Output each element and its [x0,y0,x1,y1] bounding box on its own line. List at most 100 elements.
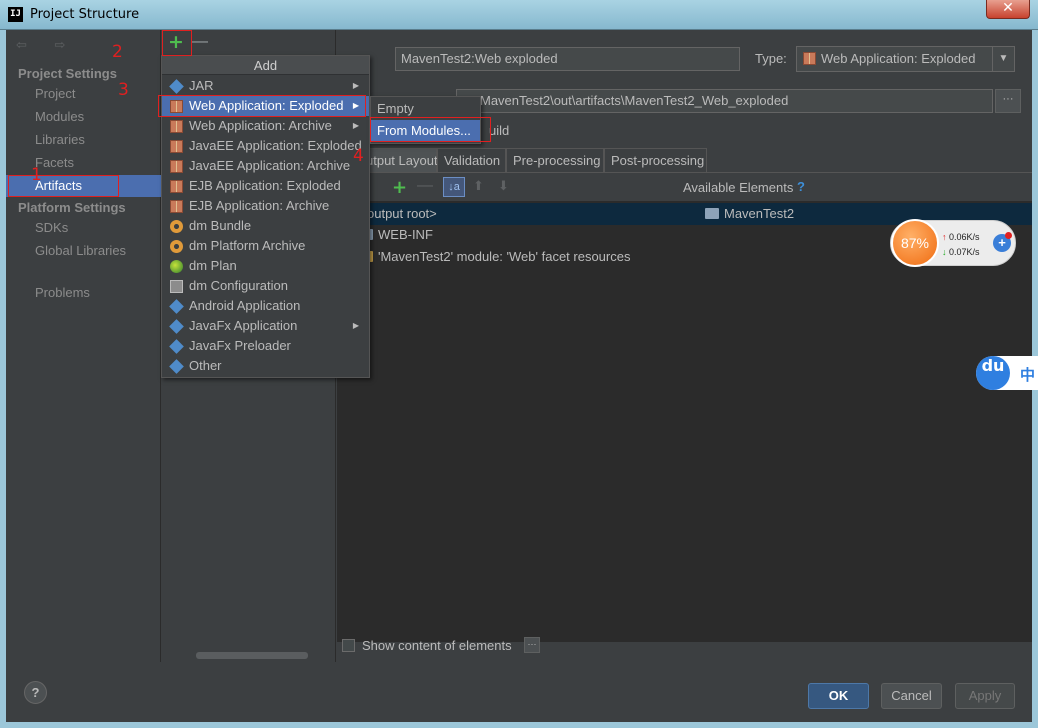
menu-item-label: JavaEE Application: Exploded [189,138,362,153]
baidu-ime-widget[interactable]: du 中 [976,356,1038,390]
window-close-button[interactable]: ✕ [986,0,1030,19]
window-frame-bottom [0,722,1038,728]
show-content-label: Show content of elements [362,638,512,653]
available-module-label: MavenTest2 [724,206,795,221]
horizontal-scrollbar[interactable] [196,652,308,659]
menu-item-dm-platform-archive[interactable]: dm Platform Archive [162,236,369,256]
submenu-arrow-icon: ▶ [352,321,359,330]
tab-output-layout[interactable]: utput Layout [359,148,438,172]
browse-output-button[interactable]: ··· [995,89,1021,113]
gear-icon [170,220,183,233]
menu-item-label: JavaFx Application [189,318,298,333]
tree-row-web-inf[interactable]: WEB-INF [367,224,433,246]
menu-item-label: dm Plan [189,258,237,273]
sidebar-item-sdks[interactable]: SDKs [6,217,161,239]
help-button[interactable]: ? [24,681,47,704]
add-element-icon[interactable]: + [392,177,407,198]
type-value: Web Application: Exploded [821,51,976,66]
output-directory-field[interactable]: MavenTest2\out\artifacts\MavenTest2_Web_… [456,89,993,113]
menu-item-javafx-preloader[interactable]: JavaFx Preloader [162,336,369,356]
gear-icon [170,240,183,253]
submenu-arrow-icon: ▶ [352,121,359,130]
settings-sidebar: ⇦ ⇨ Project Settings Project Modules Lib… [6,30,161,662]
ime-language-indicator[interactable]: 中 [1020,364,1035,385]
tab-post-processing[interactable]: Post-processing [604,148,707,172]
gift-icon [170,180,183,193]
sidebar-item-modules[interactable]: Modules [6,106,161,128]
tab-pre-processing[interactable]: Pre-processing [506,148,604,172]
available-maventest2[interactable]: MavenTest2 [705,203,794,225]
remove-element-icon[interactable]: — [417,177,433,195]
back-forward-arrows-icon[interactable]: ⇦ ⇨ [16,37,77,53]
diamond-icon [169,319,184,334]
upload-speed-value: 0.06K/s [949,232,980,242]
menu-item-label: Android Application [189,298,301,313]
menu-item-label: dm Bundle [189,218,252,233]
diamond-icon [169,79,184,94]
remove-artifact-button[interactable]: — [192,33,208,51]
baidu-du-logo-icon[interactable]: du [976,356,1010,390]
menu-item-dm-plan[interactable]: dm Plan [162,256,369,276]
download-speed: ↓ 0.07K/s [942,247,980,257]
diamond-icon [169,339,184,354]
gift-icon [170,200,183,213]
chevron-down-icon[interactable]: ▼ [992,47,1014,71]
checkbox-box[interactable] [342,639,355,652]
artifact-type-select[interactable]: Web Application: Exploded ▼ [796,46,1015,72]
ok-button[interactable]: OK [808,683,869,709]
menu-item-label: Other [189,358,222,373]
menu-item-dm-configuration[interactable]: dm Configuration [162,276,369,296]
diamond-icon [169,299,184,314]
move-up-icon[interactable]: ⬆ [473,178,484,194]
type-label: Type: [755,51,787,66]
menu-item-other[interactable]: Other [162,356,369,376]
submenu-item-empty[interactable]: Empty [371,98,480,119]
sidebar-item-global-libraries[interactable]: Global Libraries [6,240,161,262]
menu-title: Add [162,56,369,75]
sidebar-item-facets[interactable]: Facets [6,152,161,174]
artifact-name-field[interactable]: MavenTest2:Web exploded [395,47,740,71]
menu-item-label: dm Configuration [189,278,288,293]
menu-item-web-app-archive[interactable]: Web Application: Archive ▶ [162,116,369,136]
sidebar-item-libraries[interactable]: Libraries [6,129,161,151]
menu-item-android-application[interactable]: Android Application [162,296,369,316]
show-content-checkbox[interactable]: Show content of elements [342,638,512,653]
network-speed-widget[interactable]: 87% ↑ 0.06K/s ↓ 0.07K/s + [890,219,1016,267]
gift-icon [170,120,183,133]
menu-item-javaee-exploded[interactable]: JavaEE Application: Exploded [162,136,369,156]
gift-icon [170,160,183,173]
annotation-box-artifacts [8,175,119,197]
move-down-icon[interactable]: ⬇ [498,178,509,194]
tree-row-facet-resources[interactable]: 'MavenTest2' module: 'Web' facet resourc… [367,246,630,268]
facet-resources-label: 'MavenTest2' module: 'Web' facet resourc… [378,249,631,264]
menu-item-javafx-application[interactable]: JavaFx Application ▶ [162,316,369,336]
menu-item-javaee-archive[interactable]: JavaEE Application: Archive [162,156,369,176]
annotation-number-2: 2 [112,42,123,62]
annotation-box-from-modules [370,117,491,142]
menu-item-ejb-archive[interactable]: EJB Application: Archive [162,196,369,216]
menu-item-jar[interactable]: JAR ▶ [162,76,369,96]
cancel-button[interactable]: Cancel [881,683,942,709]
menu-item-dm-bundle[interactable]: dm Bundle [162,216,369,236]
sidebar-item-project[interactable]: Project [6,83,161,105]
build-checkbox-label[interactable]: uild [489,123,509,138]
apply-button[interactable]: Apply [955,683,1015,709]
output-layout-toolbar: + — ↓a ⬆ ⬇ Available Elements ? [337,173,1032,202]
show-content-options-button[interactable]: ··· [524,637,540,653]
sidebar-item-problems[interactable]: Problems [6,282,161,304]
web-application-icon [803,52,816,65]
menu-item-ejb-exploded[interactable]: EJB Application: Exploded [162,176,369,196]
ball-icon [170,260,183,273]
menu-item-label: JAR [189,78,214,93]
notification-dot-icon [1005,232,1012,239]
menu-item-label: JavaEE Application: Archive [189,158,351,173]
annotation-box-web-exploded [158,95,366,117]
title-bar: IJ Project Structure ✕ [0,0,1038,30]
help-icon[interactable]: ? [797,179,805,194]
tab-validation[interactable]: Validation [437,148,506,172]
download-arrow-icon: ↓ [942,247,947,257]
sort-icon[interactable]: ↓a [443,177,465,197]
memory-usage-badge[interactable]: 87% [891,219,939,267]
output-root-label: output root> [367,206,437,221]
web-inf-label: WEB-INF [378,227,433,242]
